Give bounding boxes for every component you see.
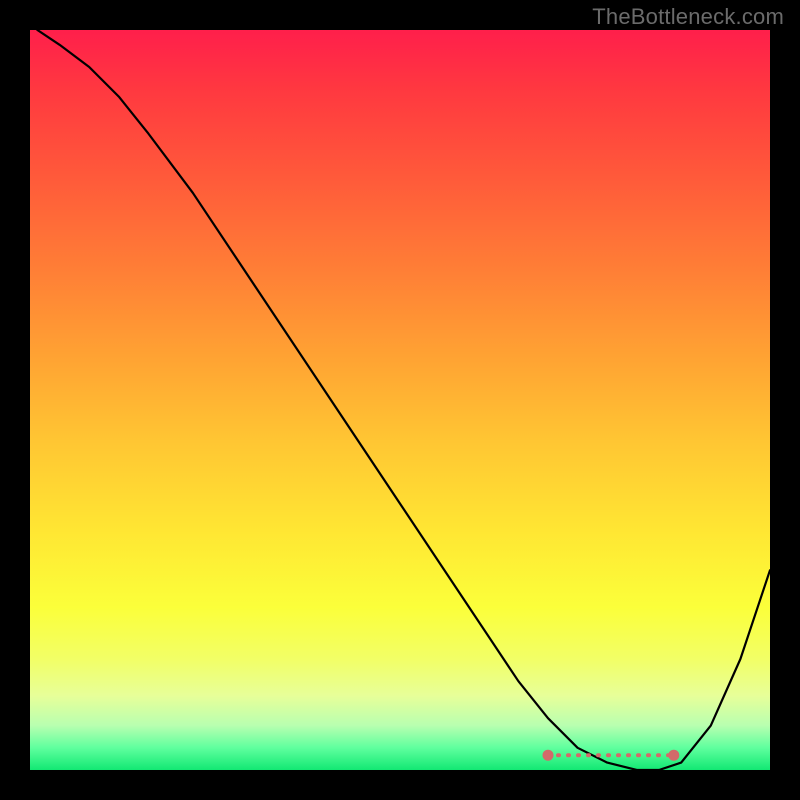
bottleneck-curve xyxy=(37,30,770,770)
chart-plot-area xyxy=(30,30,770,770)
chart-svg xyxy=(30,30,770,770)
optimal-range-end-dot xyxy=(669,750,679,760)
optimal-range-start-dot xyxy=(543,750,553,760)
watermark-text: TheBottleneck.com xyxy=(592,4,784,30)
